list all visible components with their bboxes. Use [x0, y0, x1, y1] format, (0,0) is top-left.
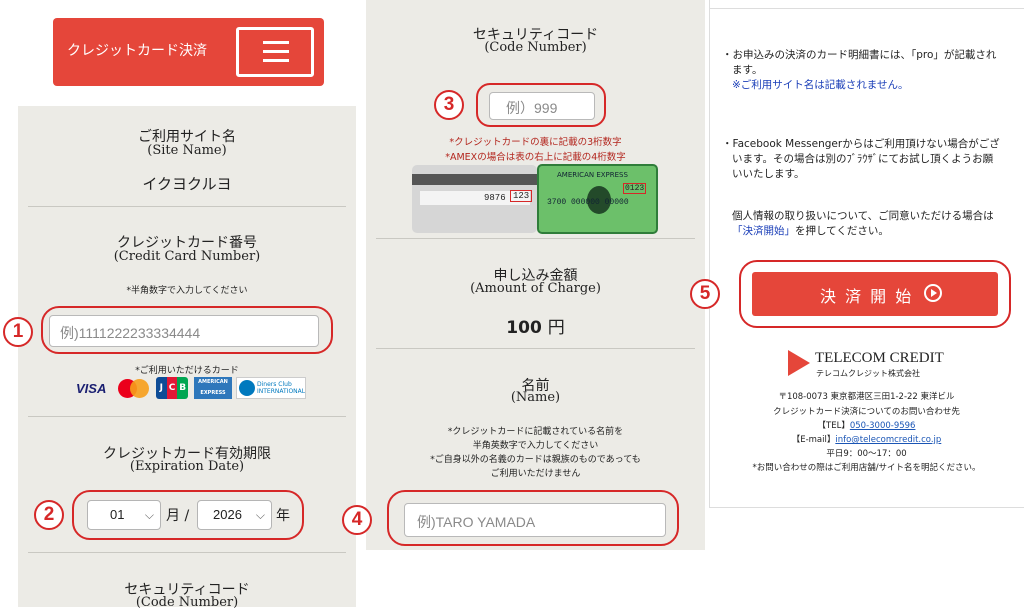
chevron-down-icon: ⌵: [144, 508, 154, 522]
card-back-illustration: 9876 123: [412, 165, 537, 233]
jcb-icon: J C B: [156, 377, 189, 399]
tel-line: 【TEL】050-3000-9596: [817, 421, 916, 431]
statement-line-3: ※ご利用サイト名は記載されません。: [732, 79, 909, 91]
pay-start-label: 決 済 開 始: [820, 287, 914, 306]
card-number-input[interactable]: 例)1111222233334444: [49, 315, 319, 347]
privacy-line-1: 個人情報の取り扱いについて、ご同意いただける場合は: [732, 210, 994, 222]
mastercard-icon: [118, 379, 150, 399]
expiry-year-value: 2026: [213, 507, 242, 522]
messenger-line-2: います。その場合は別のﾌﾞﾗｳｻﾞにてお試し頂くようお願: [732, 153, 994, 165]
statement-notice: ・お申込みの決済のカード明細書には、「pro」が記載され ます。 ※ご利用サイト…: [722, 48, 1022, 93]
marker-3: 3: [434, 90, 464, 120]
security-code-label-en: (Code Number): [484, 40, 587, 55]
site-name-label-en: (Site Name): [147, 143, 227, 158]
amount-label-en: (Amount of Charge): [470, 281, 601, 296]
name-note-2: 半角英数字で入力してください: [472, 441, 599, 451]
name-note-1: *クレジットカードに記載されている名前を: [447, 427, 624, 437]
amex-card-illustration: AMERICAN EXPRESS 0123 3700 000000 00000: [537, 164, 658, 234]
telecom-credit-logo: TELECOM CREDIT テレコムクレジット株式会社: [788, 348, 968, 380]
security-code-placeholder: 例）999: [506, 100, 558, 116]
header-title: クレジットカード決済: [67, 43, 207, 59]
marker-5: 5: [690, 279, 720, 309]
privacy-line-2: 「決済開始」を押してください。: [732, 225, 889, 237]
expiry-year-select[interactable]: 2026 ⌵: [197, 500, 272, 530]
security-code-input[interactable]: 例）999: [489, 92, 595, 120]
visa-icon: VISA: [76, 381, 107, 396]
card-back-code: 123: [510, 190, 533, 202]
amex-card-code: 0123: [623, 183, 647, 194]
pay-start-button[interactable]: 決 済 開 始: [752, 272, 998, 316]
statement-line-2: ます。: [732, 64, 763, 76]
card-brand-logos: VISA J C B AMERICAN EXPRESS Diners Club …: [76, 377, 306, 399]
card-back-number: 9876: [484, 193, 506, 203]
amount-unit: 円: [547, 318, 565, 338]
marker-2: 2: [34, 500, 64, 530]
name-note-3: *ご自身以外の名義のカードは親族のものであっても: [430, 455, 641, 465]
card-number-label-en: (Credit Card Number): [113, 249, 261, 264]
marker-1: 1: [3, 317, 33, 347]
menu-button[interactable]: [236, 27, 314, 77]
tel-link[interactable]: 050-3000-9596: [850, 421, 916, 431]
security-code-label-en-repeat: (Code Number): [135, 595, 239, 610]
month-unit: 月 /: [166, 508, 190, 524]
amount-display: 100 円: [366, 313, 705, 338]
accepted-cards-label: *ご利用いただけるカード: [135, 366, 239, 376]
messenger-line-3: いいたします。: [732, 168, 805, 180]
menu-icon: [263, 41, 289, 62]
email-link[interactable]: info@telecomcredit.co.jp: [835, 435, 941, 445]
amex-card-number: 3700 000000 00000: [547, 198, 629, 207]
logo-mark-icon: [788, 350, 810, 376]
privacy-notice: 個人情報の取り扱いについて、ご同意いただける場合は 「決済開始」を押してください…: [732, 209, 1022, 239]
footer-note: *お問い合わせの際はご利用店舗/サイト名を明記ください。: [752, 463, 981, 473]
header-bar: クレジットカード決済: [53, 18, 324, 86]
expiry-month-value: 01: [110, 507, 125, 522]
security-note-2: *AMEXの場合は表の右上に記載の4桁数字: [445, 152, 626, 163]
name-label-en: (Name): [510, 390, 561, 405]
amex-card-name: AMERICAN EXPRESS: [557, 171, 628, 179]
statement-line-1: ・お申込みの決済のカード明細書には、「pro」が記載され: [722, 49, 997, 61]
email-line: 【E-mail】info@telecomcredit.co.jp: [791, 435, 942, 445]
amex-icon: AMERICAN EXPRESS: [194, 377, 232, 399]
privacy-link[interactable]: 「決済開始」: [732, 225, 795, 237]
messenger-notice: ・Facebook Messengerからはご利用頂けない場合がござ います。そ…: [722, 137, 1022, 182]
security-note-1: *クレジットカードの裏に記載の3桁数字: [449, 137, 622, 148]
expiry-month-select[interactable]: 01 ⌵: [87, 500, 161, 530]
expiry-label-en: (Expiration Date): [129, 459, 245, 474]
chevron-down-icon: ⌵: [255, 508, 265, 522]
card-number-placeholder: 例)1111222233334444: [60, 325, 201, 341]
amount-value: 100: [506, 318, 542, 338]
name-placeholder: 例)TARO YAMADA: [417, 514, 536, 530]
card-number-hint: *半角数字で入力してください: [126, 286, 248, 296]
name-note-4: ご利用いただけません: [490, 469, 581, 479]
diners-club-icon: Diners Club INTERNATIONAL: [236, 377, 306, 399]
messenger-line-1: ・Facebook Messengerからはご利用頂けない場合がござ: [722, 138, 1000, 150]
name-input[interactable]: 例)TARO YAMADA: [404, 503, 666, 537]
inquiry-label: クレジットカード決済についてのお問い合わせ先: [773, 407, 960, 417]
site-name-value: イクヨクルヨ: [142, 175, 232, 193]
play-circle-icon: [924, 284, 942, 302]
marker-4: 4: [342, 505, 372, 535]
year-unit: 年: [276, 508, 290, 524]
company-address: 〒108-0073 東京都港区三田1-2-22 東洋ビル: [778, 392, 955, 402]
business-hours: 平日9：00〜17：00: [826, 449, 907, 459]
